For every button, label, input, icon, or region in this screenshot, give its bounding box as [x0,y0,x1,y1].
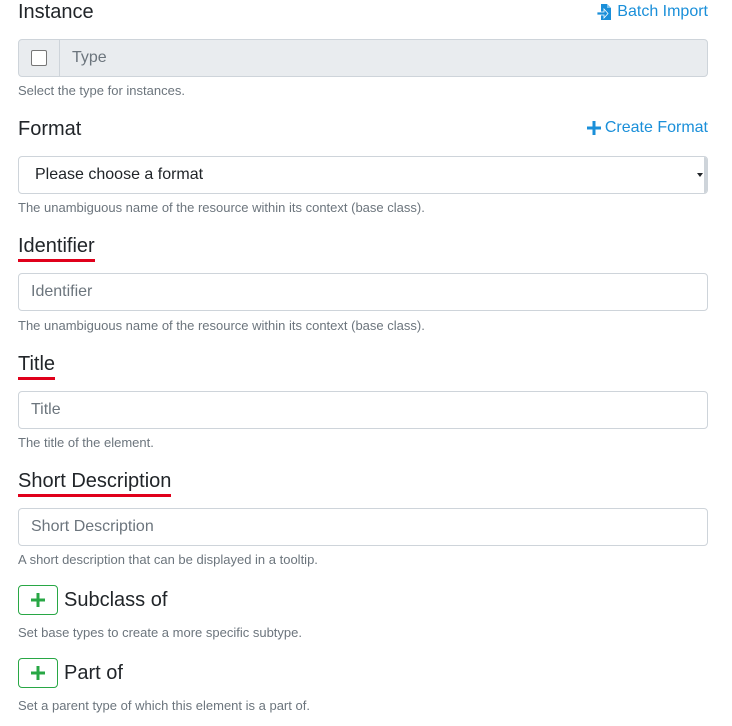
instance-help: Select the type for instances. [18,83,185,98]
plus-icon [31,666,45,680]
part-of-help: Set a parent type of which this element … [18,698,310,713]
identifier-help: The unambiguous name of the resource wit… [18,318,425,333]
identifier-heading: Identifier [18,234,95,262]
batch-import-label: Batch Import [617,3,708,20]
short-description-help: A short description that can be displaye… [18,552,318,567]
create-format-link[interactable]: Create Format [586,118,708,138]
plus-icon [586,121,601,135]
subclass-of-label: Subclass of [64,589,168,611]
plus-icon [31,593,45,607]
batch-import-link[interactable]: Batch Import [597,2,708,22]
type-checkbox[interactable] [31,50,47,66]
add-subclass-button[interactable] [18,585,58,615]
subclass-of-help: Set base types to create a more specific… [18,625,302,640]
part-of-label: Part of [64,662,123,684]
add-part-of-button[interactable] [18,658,58,688]
title-help: The title of the element. [18,435,154,450]
create-format-label: Create Format [604,119,708,136]
import-icon [597,4,612,20]
type-checkbox-cell[interactable] [19,40,60,76]
short-description-heading: Short Description [18,469,172,497]
identifier-input[interactable]: Identifier [18,273,708,311]
format-heading: Format [18,118,82,140]
instance-heading: Instance [18,1,94,23]
type-input-group[interactable]: Type [18,39,708,77]
format-select[interactable]: Please choose a format [18,156,708,194]
select-scrollbar [704,157,707,193]
title-heading: Title [18,352,56,380]
format-select-value: Please choose a format [35,166,204,183]
short-description-input[interactable]: Short Description [18,508,708,546]
title-input[interactable]: Title [18,391,708,429]
instance-form: Instance Batch Import Type Select the ty… [0,0,732,726]
format-help: The unambiguous name of the resource wit… [18,200,425,215]
type-field[interactable]: Type [60,40,107,76]
chevron-down-icon [697,173,703,177]
